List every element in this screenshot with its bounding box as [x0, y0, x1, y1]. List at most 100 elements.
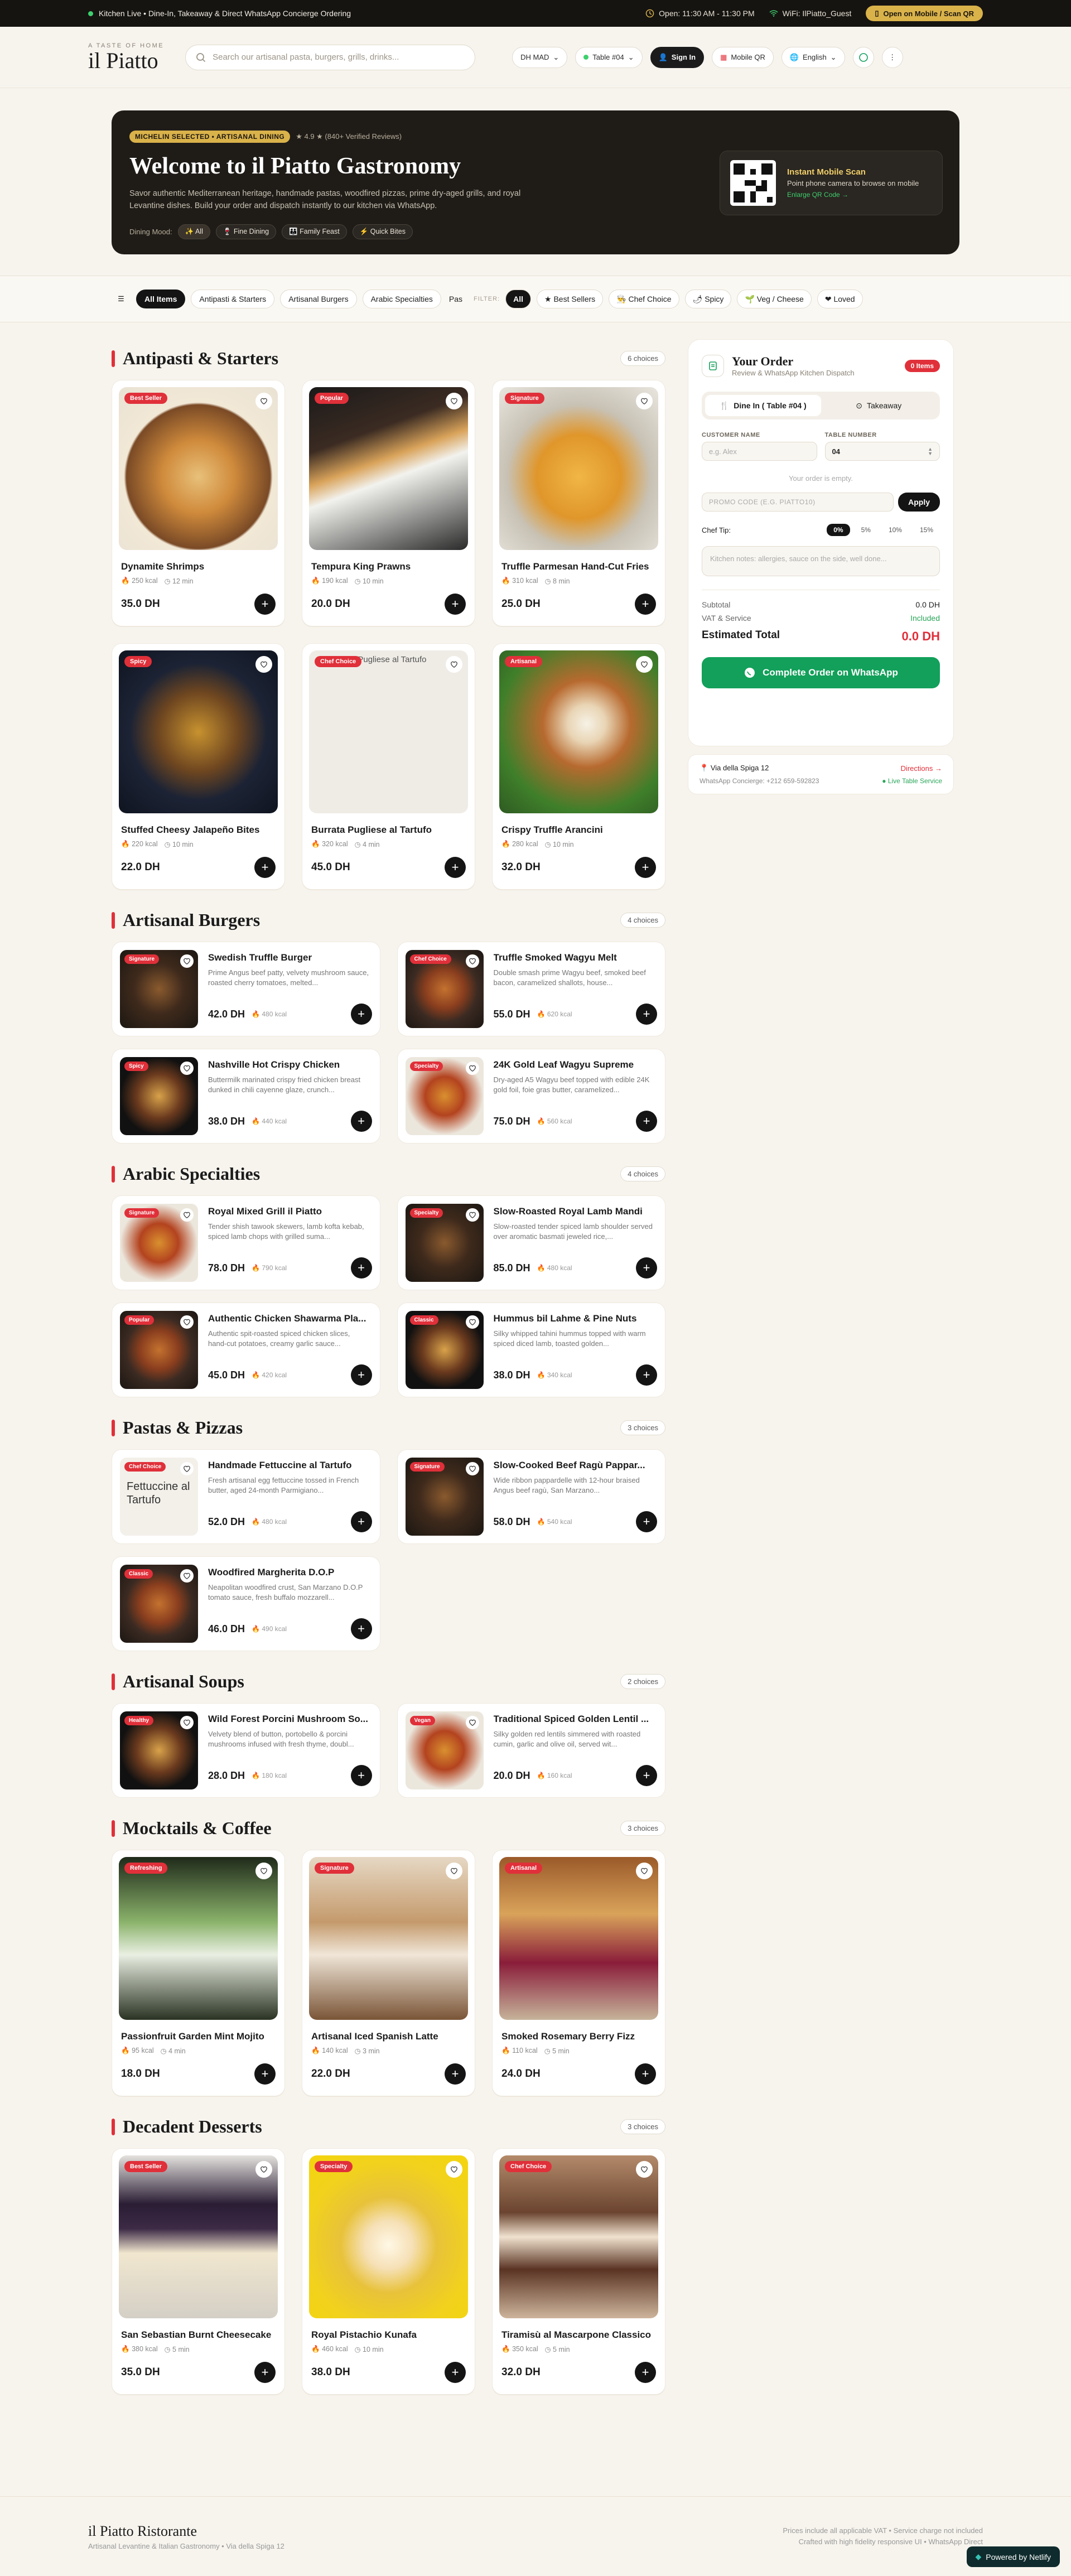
add-to-order-button[interactable]: +: [254, 857, 276, 878]
qr-card[interactable]: Instant Mobile Scan Point phone camera t…: [720, 151, 943, 215]
directions-link[interactable]: Directions →: [901, 764, 942, 773]
add-to-order-button[interactable]: +: [254, 2362, 276, 2383]
heart-icon[interactable]: [465, 1462, 479, 1475]
add-to-order-button[interactable]: +: [350, 1765, 372, 1786]
mood-family-feast[interactable]: 👪 Family Feast: [282, 224, 347, 239]
complete-order-whatsapp-button[interactable]: Complete Order on WhatsApp: [702, 657, 940, 688]
product-card[interactable]: Refreshing Passionfruit Garden Mint Mojit…: [112, 1850, 285, 2096]
filter-all[interactable]: All: [505, 290, 532, 308]
product-image[interactable]: Classic: [405, 1311, 484, 1389]
add-to-order-button[interactable]: +: [636, 1257, 657, 1279]
tip-0[interactable]: 0%: [827, 524, 850, 536]
product-image[interactable]: Signature: [309, 1857, 468, 2020]
filter-loved[interactable]: ❤ Loved: [817, 290, 863, 308]
heart-icon[interactable]: [180, 1315, 194, 1329]
product-card[interactable]: Best Seller Dynamite Shrimps 🔥 250 kcal ◷ 1…: [112, 380, 285, 626]
product-image[interactable]: Best Seller: [119, 2155, 278, 2318]
product-image[interactable]: Vegan: [405, 1711, 484, 1789]
mobile-qr-button[interactable]: ▦ Mobile QR: [712, 46, 774, 68]
product-card[interactable]: Chef Choice Tiramisù al Mascarpone Classi…: [492, 2148, 665, 2395]
promo-code-input[interactable]: PROMO CODE (E.G. PIATTO10): [702, 493, 894, 512]
add-to-order-button[interactable]: +: [445, 857, 466, 878]
product-image[interactable]: Burrata Pugliese al Tartufo Chef Choice: [309, 650, 468, 813]
product-card[interactable]: Healthy Wild Forest Porcini Mushroom So..…: [112, 1703, 380, 1798]
filter-veg-cheese[interactable]: 🌱 Veg / Cheese: [737, 290, 812, 308]
tab-takeaway[interactable]: ⊙ Takeaway: [821, 395, 937, 416]
add-to-order-button[interactable]: +: [350, 1004, 372, 1025]
product-image[interactable]: Signature: [120, 1204, 198, 1282]
heart-icon[interactable]: [180, 1062, 194, 1075]
product-image[interactable]: Signature: [120, 950, 198, 1028]
sign-in-button[interactable]: 👤 Sign In: [650, 46, 705, 68]
heart-icon[interactable]: [255, 393, 272, 409]
add-to-order-button[interactable]: +: [636, 1765, 657, 1786]
table-number-field[interactable]: 04 ▲ ▼: [824, 442, 940, 461]
product-image[interactable]: Artisanal: [499, 650, 658, 813]
heart-icon[interactable]: [465, 1716, 479, 1729]
table-select[interactable]: Table #04 ⌄: [575, 46, 643, 68]
add-to-order-button[interactable]: +: [635, 594, 656, 615]
language-select[interactable]: 🌐 English ⌄: [781, 46, 845, 68]
add-to-order-button[interactable]: +: [636, 1111, 657, 1132]
heart-icon[interactable]: [465, 1315, 479, 1329]
heart-icon[interactable]: [446, 1863, 462, 1879]
product-image[interactable]: Popular: [120, 1311, 198, 1389]
product-card[interactable]: Signature Truffle Parmesan Hand-Cut Fries…: [492, 380, 665, 626]
product-image[interactable]: Refreshing: [119, 1857, 278, 2020]
heart-icon[interactable]: [180, 954, 194, 968]
product-card[interactable]: Popular Tempura King Prawns 🔥 190 kcal ◷ 10…: [302, 380, 475, 626]
product-card[interactable]: Fettuccine al Tartufo Chef Choice Handmade…: [112, 1449, 380, 1544]
add-to-order-button[interactable]: +: [445, 2362, 466, 2383]
add-to-order-button[interactable]: +: [635, 2063, 656, 2085]
product-image[interactable]: Classic: [120, 1565, 198, 1643]
category-arabic[interactable]: Arabic Specialties: [362, 290, 441, 308]
add-to-order-button[interactable]: +: [254, 594, 276, 615]
product-card[interactable]: Classic Woodfired Margherita D.O.P Neapoli…: [112, 1556, 380, 1651]
open-mobile-qr-button[interactable]: ▯ Open on Mobile / Scan QR: [866, 6, 983, 21]
product-image[interactable]: Signature: [405, 1458, 484, 1536]
tip-10[interactable]: 10%: [882, 524, 909, 536]
heart-icon[interactable]: [465, 954, 479, 968]
brand-logo[interactable]: A TASTE OF HOME il Piatto: [88, 42, 164, 73]
product-card[interactable]: Signature Swedish Truffle Burger Prime Ang…: [112, 942, 380, 1036]
category-pastas-truncated[interactable]: Pas: [447, 290, 465, 308]
product-card[interactable]: Spicy Nashville Hot Crispy Chicken Butterm…: [112, 1049, 380, 1144]
product-image[interactable]: Specialty: [405, 1204, 484, 1282]
product-image[interactable]: Specialty: [405, 1057, 484, 1135]
mood-quick-bites[interactable]: ⚡ Quick Bites: [352, 224, 413, 239]
heart-icon[interactable]: [465, 1208, 479, 1222]
product-image[interactable]: Best Seller: [119, 387, 278, 550]
concierge-phone[interactable]: WhatsApp Concierge: +212 659-592823: [699, 777, 819, 785]
product-card[interactable]: Signature Slow-Cooked Beef Ragù Pappar...…: [397, 1449, 665, 1544]
category-burgers[interactable]: Artisanal Burgers: [280, 290, 357, 308]
search-input[interactable]: Search our artisanal pasta, burgers, gri…: [185, 44, 476, 70]
product-image[interactable]: Artisanal: [499, 1857, 658, 2020]
heart-icon[interactable]: [636, 1863, 653, 1879]
add-to-order-button[interactable]: +: [636, 1004, 657, 1025]
add-to-order-button[interactable]: +: [350, 1364, 372, 1386]
add-to-order-button[interactable]: +: [254, 2063, 276, 2085]
product-image[interactable]: Specialty: [309, 2155, 468, 2318]
product-card[interactable]: Classic Hummus bil Lahme & Pine Nuts Silky…: [397, 1303, 665, 1397]
heart-icon[interactable]: [636, 656, 653, 673]
add-to-order-button[interactable]: +: [636, 1364, 657, 1386]
heart-icon[interactable]: [180, 1716, 194, 1729]
add-to-order-button[interactable]: +: [635, 857, 656, 878]
tab-dine-in[interactable]: 🍴 Dine In ( Table #04 ): [705, 395, 821, 416]
product-card[interactable]: Popular Authentic Chicken Shawarma Pla...…: [112, 1303, 380, 1397]
add-to-order-button[interactable]: +: [350, 1511, 372, 1532]
product-card[interactable]: Spicy Stuffed Cheesy Jalapeño Bites 🔥 220 …: [112, 643, 285, 890]
filter-best-sellers[interactable]: ★ Best Sellers: [537, 290, 604, 308]
category-all-items[interactable]: All Items: [136, 290, 186, 308]
product-card[interactable]: Specialty Royal Pistachio Kunafa 🔥 460 kca…: [302, 2148, 475, 2395]
apply-promo-button[interactable]: Apply: [898, 493, 940, 512]
whatsapp-button[interactable]: [852, 46, 874, 68]
add-to-order-button[interactable]: +: [445, 2063, 466, 2085]
product-card[interactable]: Specialty Slow-Roasted Royal Lamb Mandi Sl…: [397, 1195, 665, 1290]
product-image[interactable]: Spicy: [119, 650, 278, 813]
product-card[interactable]: Artisanal Crispy Truffle Arancini 🔥 280 kc…: [492, 643, 665, 890]
add-to-order-button[interactable]: +: [636, 1511, 657, 1532]
more-menu-button[interactable]: ⋮: [881, 46, 903, 68]
stepper-icon[interactable]: ▲ ▼: [928, 447, 933, 456]
product-image[interactable]: Fettuccine al Tartufo Chef Choice: [120, 1458, 198, 1536]
